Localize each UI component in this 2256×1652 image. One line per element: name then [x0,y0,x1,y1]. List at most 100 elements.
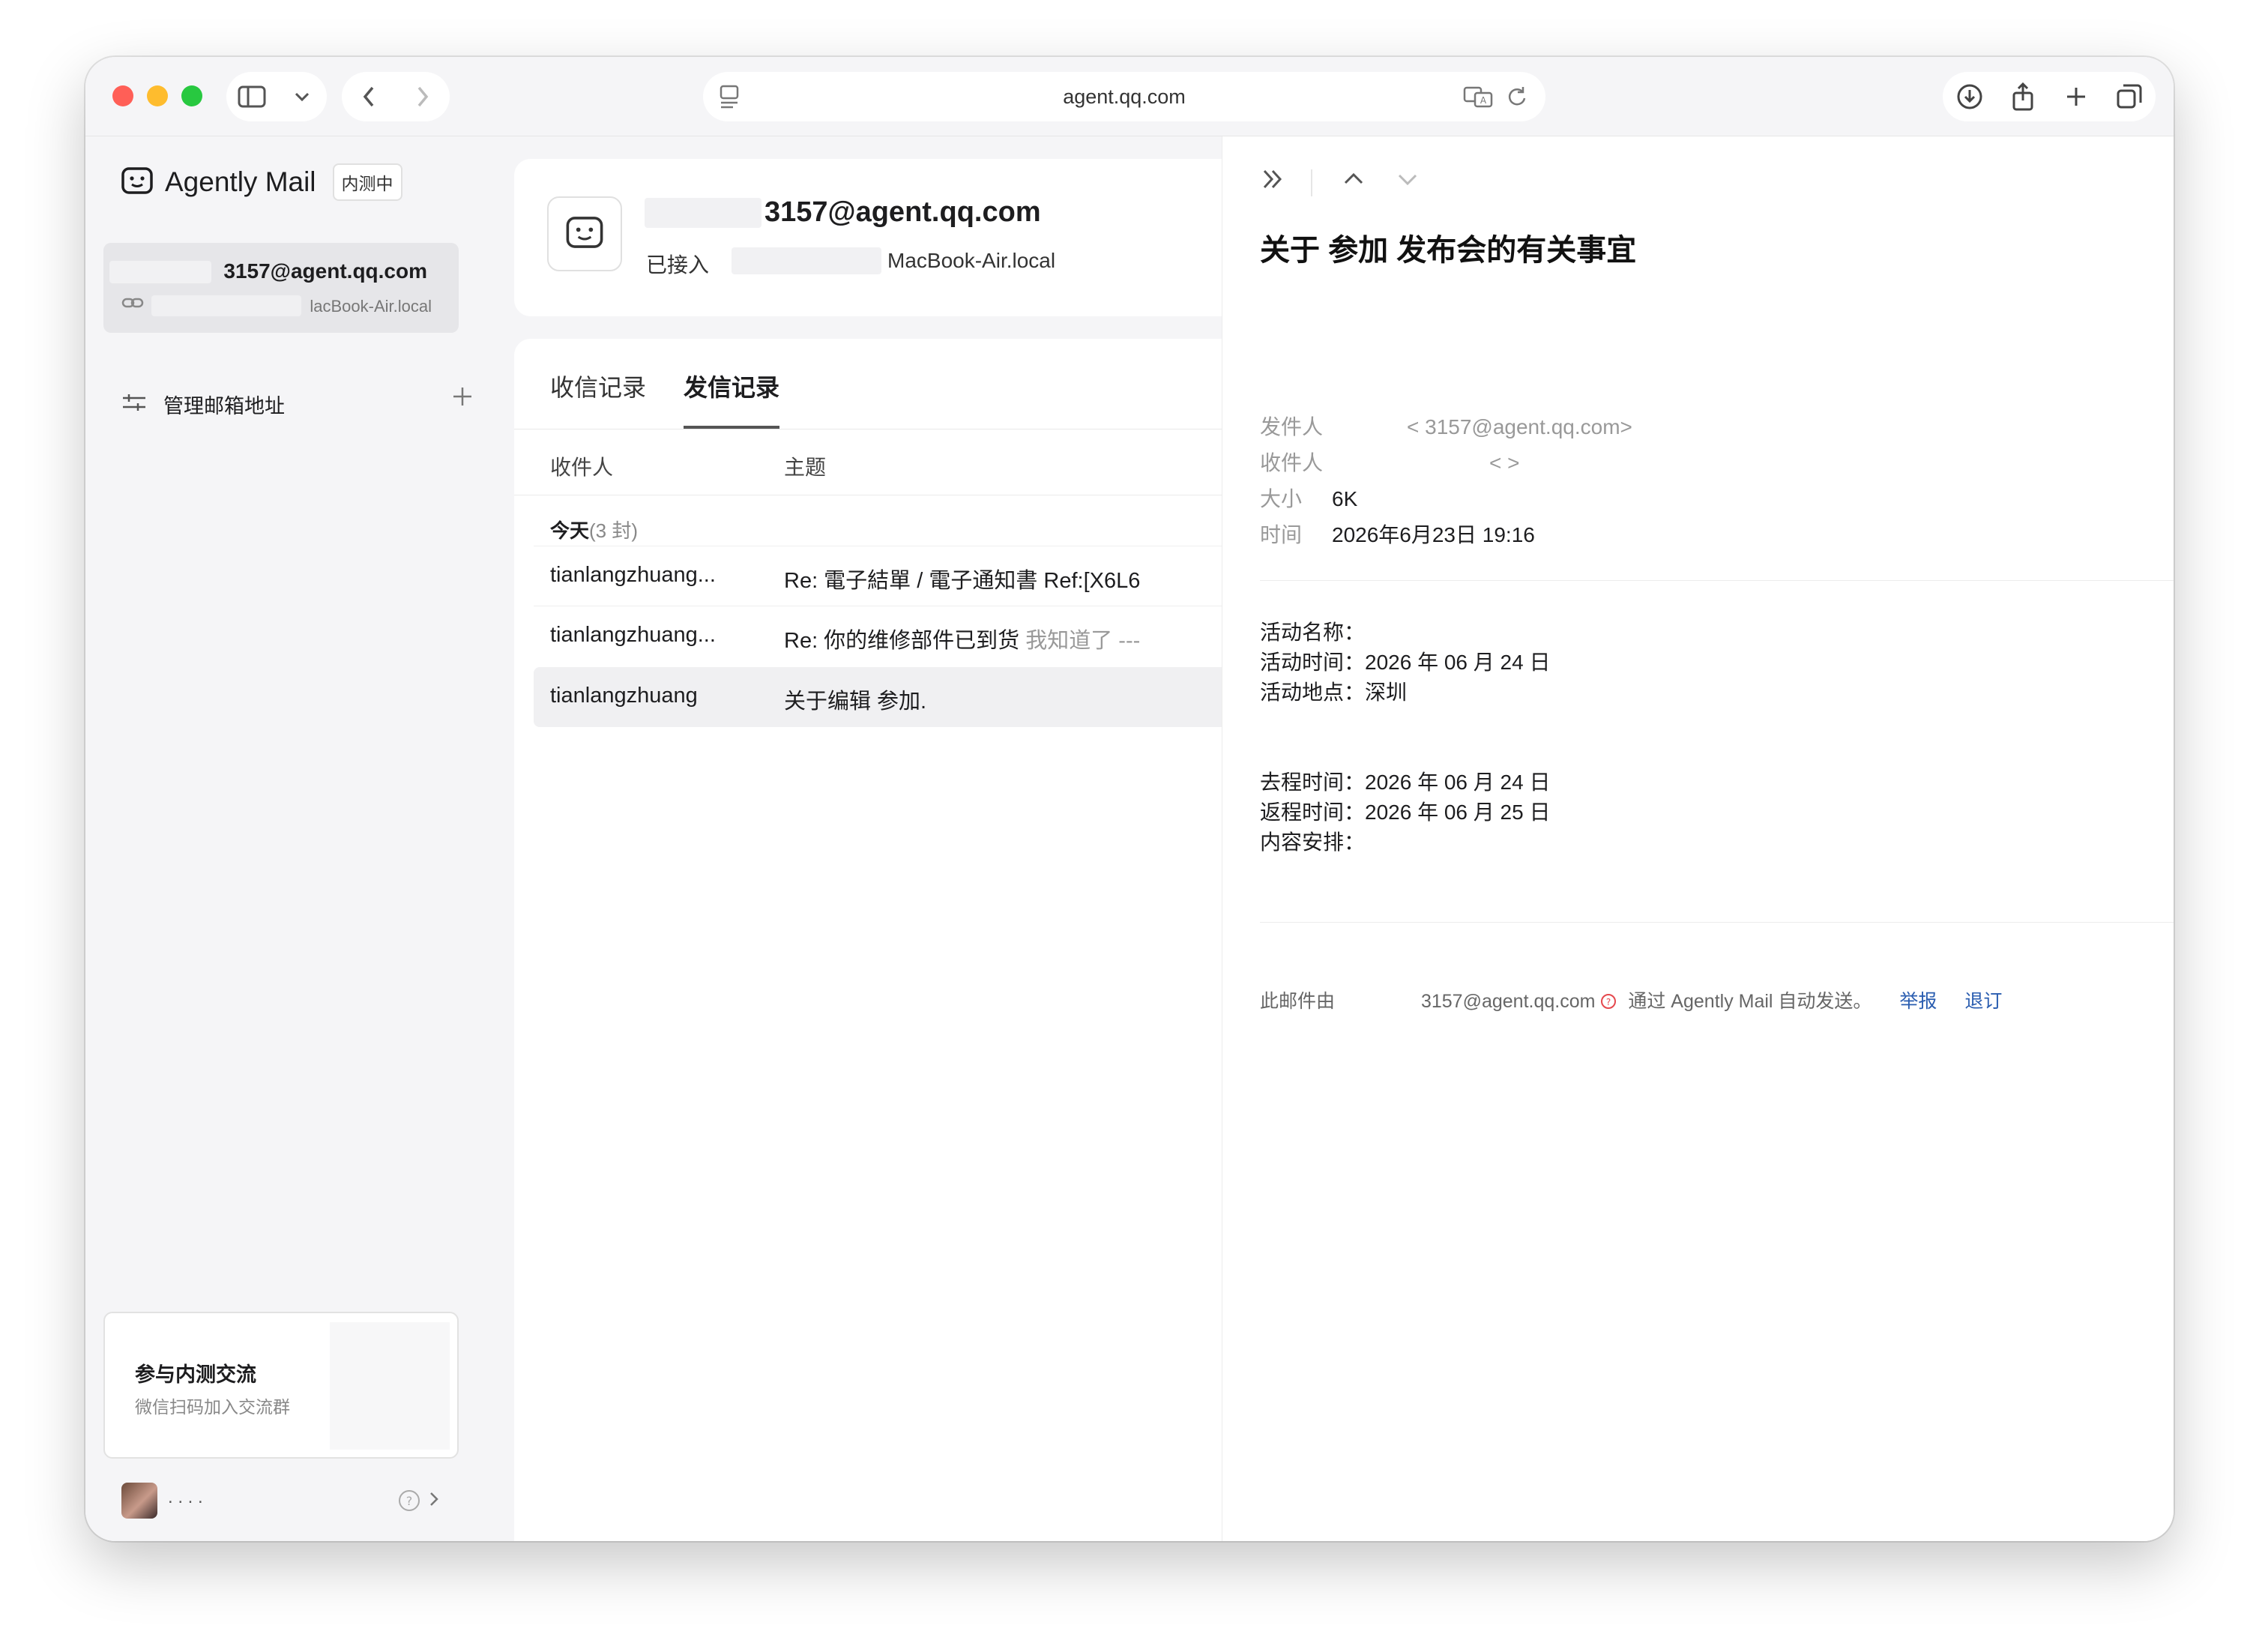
table-row-selected[interactable]: tianlangzhuang 关于编辑 参加. [534,667,1222,727]
footer-suffix: 通过 Agently Mail 自动发送。 [1628,991,1872,1012]
group-today: 今天(3 封) [550,516,638,543]
collapse-pane-icon[interactable] [1260,166,1285,196]
row-subject: Re: 你的维修部件已到货 我知道了 --- [784,623,1140,654]
address-bar[interactable]: agent.qq.com A [703,72,1545,121]
size-label: 大小 [1260,487,1303,510]
qr-code-image [330,1322,450,1450]
help-icon[interactable]: ? [397,1489,421,1516]
reload-icon[interactable] [1506,85,1527,113]
close-window-button[interactable] [112,85,133,106]
row-subject: 关于编辑 参加. [784,684,926,715]
zoom-window-button[interactable] [181,85,202,106]
group-count: (3 封) [589,519,639,542]
table-row[interactable]: tianlangzhuang... Re: 你的维修部件已到货 我知道了 --- [534,606,1222,666]
row-recipient: tianlangzhuang... [550,623,716,647]
agently-face-icon [566,216,603,253]
manage-addresses-item[interactable]: 管理邮箱地址 [121,388,474,419]
row-recipient: tianlangzhuang... [550,563,716,587]
reading-pane: 关于 参加 发布会的有关事宜 发件人 < 3157@agent.qq.com> 收… [1222,136,2174,1541]
toolbar-right-group [1943,72,2156,121]
avatar[interactable] [121,1483,157,1519]
event-name-line: 活动名称： [1260,616,1365,646]
redacted-block [109,261,211,283]
from-email: < 3157@agent.qq.com> [1407,415,1632,438]
time-value: 2026年6月23日 19:16 [1332,523,1535,546]
history-nav-group [342,72,450,121]
tab-overview-icon[interactable] [2108,76,2150,118]
chevron-down-icon[interactable] [1395,166,1420,196]
chevron-right-icon[interactable] [429,1489,439,1513]
redacted-block [645,198,761,228]
account-card[interactable]: 3157@agent.qq.com lacBook-Air.local [103,243,459,333]
time-label: 时间 [1260,523,1303,546]
sidebar: Agently Mail 内测中 3157@agent.qq.com lacBo… [85,136,514,1541]
download-icon[interactable] [1949,76,1991,118]
beta-badge: 内测中 [332,163,402,201]
connected-label: 已接入 [646,253,710,277]
beta-card-subtitle: 微信扫码加入交流群 [135,1397,290,1417]
info-icon[interactable]: ? [1600,991,1622,1012]
app-name: Agently Mail [165,166,316,197]
footer-prefix: 此邮件由 [1260,991,1336,1012]
user-profile-row[interactable]: . . . . ? [121,1483,439,1525]
column-recipient[interactable]: 收件人 [550,451,613,481]
column-subject[interactable]: 主题 [784,451,826,481]
account-avatar [547,196,622,271]
svg-text:?: ? [406,1494,413,1508]
header-host: MacBook-Air.local [887,249,1056,272]
chevron-down-icon[interactable] [281,76,323,118]
to-email: < > [1489,451,1520,474]
browser-titlebar: agent.qq.com A [85,57,2174,136]
meta-size: 大小 6K [1260,483,1357,513]
minimize-window-button[interactable] [147,85,168,106]
to-label: 收件人 [1260,451,1324,474]
size-value: 6K [1332,487,1358,510]
back-icon[interactable] [348,76,390,118]
unsubscribe-link[interactable]: 退订 [1964,991,2002,1012]
row-subject-text: Re: 你的维修部件已到货 [784,629,1020,653]
table-row[interactable]: tianlangzhuang... Re: 電子結單 / 電子通知書 Ref:[… [534,546,1222,606]
address-text: agent.qq.com [1063,85,1186,108]
manage-addresses-label: 管理邮箱地址 [163,395,285,417]
beta-community-card[interactable]: 参与内测交流 微信扫码加入交流群 [103,1312,459,1459]
agently-face-icon [121,166,153,198]
email-title: 关于 参加 发布会的有关事宜 [1260,234,1637,267]
group-label: 今天 [550,519,590,542]
svg-text:A: A [1480,95,1487,106]
page-menu-icon[interactable] [718,84,741,115]
tab-inbox-records[interactable]: 收信记录 [550,369,646,429]
meta-from: 发件人 < 3157@agent.qq.com> [1260,411,1632,441]
content-label: 内容安排： [1260,830,1366,854]
header-email: 3157@agent.qq.com [764,196,1041,228]
forward-icon[interactable] [402,76,444,118]
from-label: 发件人 [1260,415,1324,438]
report-link[interactable]: 举报 [1899,991,1937,1012]
divider [1260,922,2174,923]
row-preview: 我知道了 --- [1025,629,1141,653]
row-recipient: tianlangzhuang [550,684,698,708]
event-location-line: 活动地点：深圳 [1260,681,1408,704]
footer-sender: 3157@agent.qq.com [1420,991,1596,1012]
divider [1311,169,1312,196]
divider [1260,580,2174,581]
add-address-icon[interactable] [451,385,474,412]
content-line: 内容安排： [1260,826,1365,856]
app-logo[interactable]: Agently Mail 内测中 [121,163,402,201]
event-time-line: 活动时间：2026 年 06 月 24 日 [1260,651,1551,674]
user-name: . . . . [168,1487,203,1507]
browser-window: agent.qq.com A Agently Mail 内测中 3157@age… [85,57,2174,1541]
chevron-up-icon[interactable] [1341,166,1366,196]
auto-send-footer: 此邮件由 3157@agent.qq.com ? 通过 Agently Mail… [1260,986,2002,1013]
redacted-block [732,247,881,274]
depart-time-line: 去程时间：2026 年 06 月 24 日 [1260,771,1551,794]
meta-time: 时间 2026年6月23日 19:16 [1260,519,1535,549]
new-tab-icon[interactable] [2055,76,2097,118]
sidebar-toggle-group [226,72,327,121]
sidebar-toggle-icon[interactable] [231,76,273,118]
account-email: 3157@agent.qq.com [223,259,427,283]
share-icon[interactable] [2002,76,2044,118]
row-subject-text: 关于编辑 参加. [784,690,927,714]
tab-sent-records[interactable]: 发信记录 [684,369,780,429]
translate-icon[interactable]: A [1463,85,1493,113]
account-header: 3157@agent.qq.com 已接入 MacBook-Air.local [514,159,1222,316]
